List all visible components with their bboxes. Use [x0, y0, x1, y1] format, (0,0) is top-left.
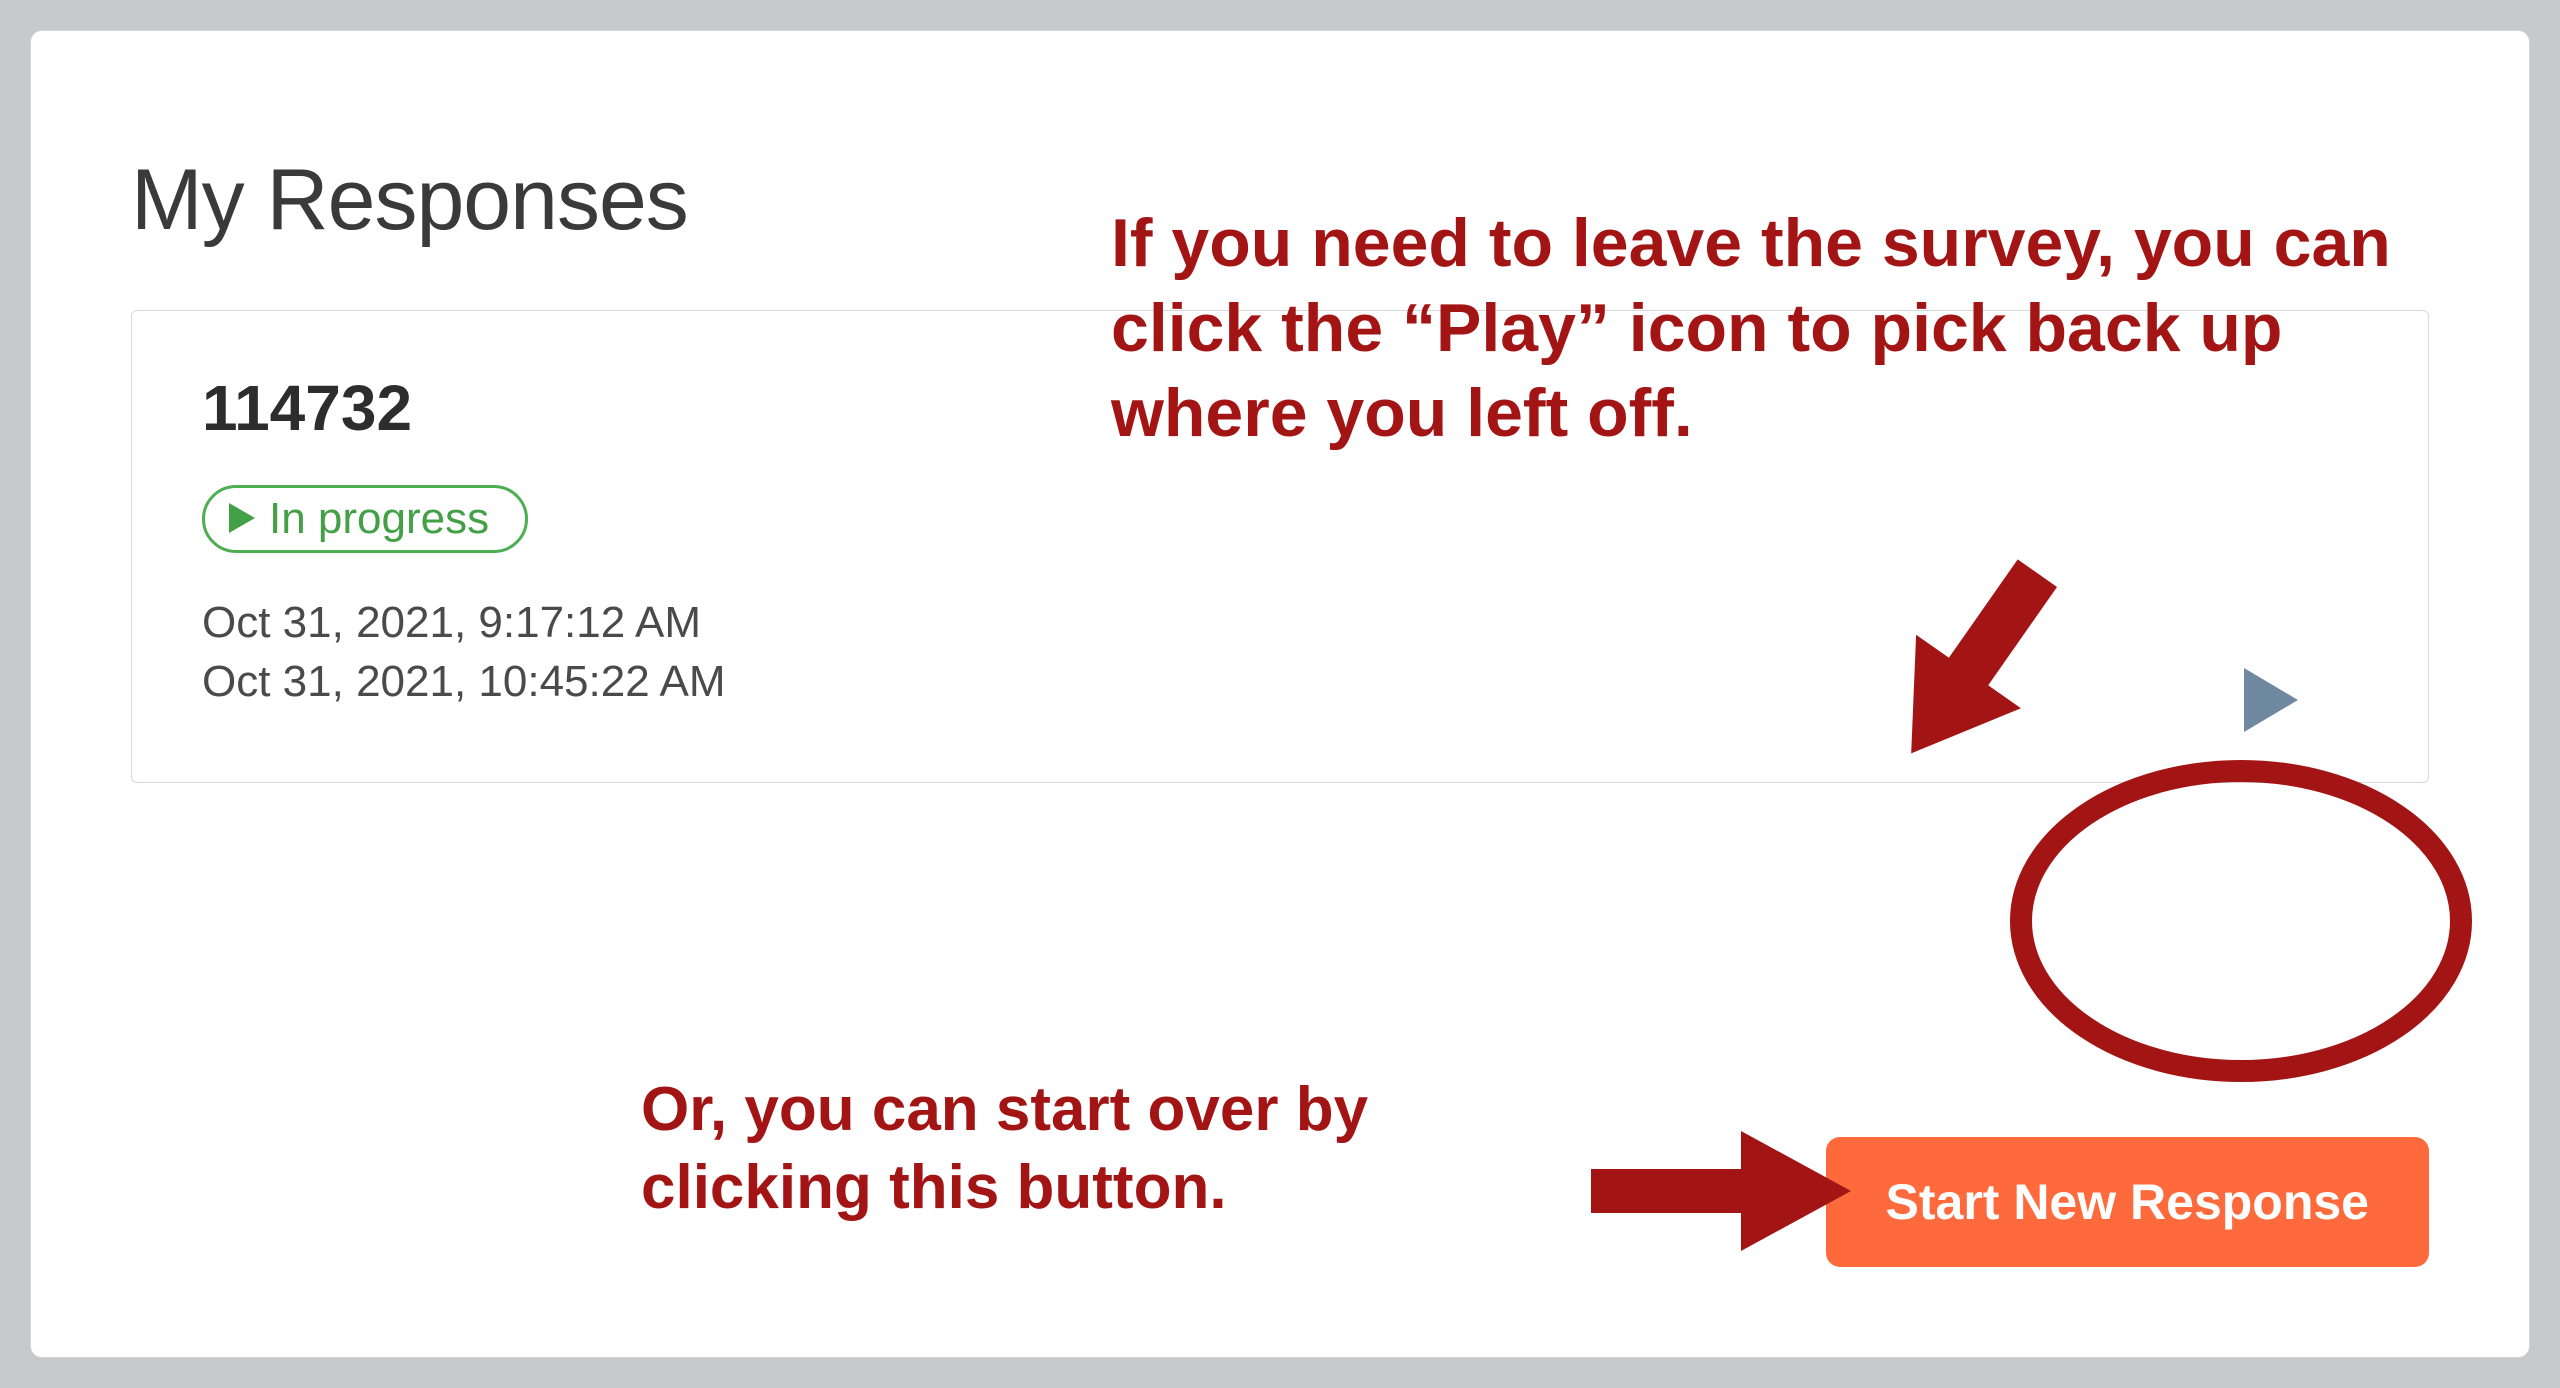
start-new-response-button[interactable]: Start New Response: [1826, 1137, 2429, 1267]
play-icon: [2244, 668, 2298, 732]
annotation-resume-text: If you need to leave the survey, you can…: [1111, 201, 2451, 456]
status-badge: In progress: [202, 485, 528, 553]
resume-play-button[interactable]: [2244, 668, 2298, 737]
annotation-startnew-text: Or, you can start over by clicking this …: [641, 1071, 1541, 1226]
responses-panel: My Responses 114732 In progress Oct 31, …: [30, 30, 2530, 1358]
annotation-arrow-icon: [1861, 541, 2081, 786]
annotation-circle-icon: [2001, 751, 2481, 1096]
annotation-arrow-icon: [1591, 1131, 1851, 1256]
status-label: In progress: [269, 494, 489, 544]
play-icon: [229, 494, 255, 544]
